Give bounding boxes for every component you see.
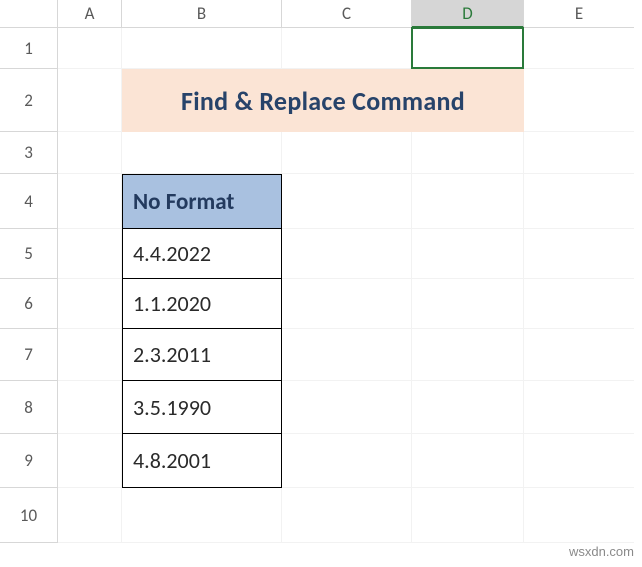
cell-E10[interactable] xyxy=(524,488,634,543)
row-header-6[interactable]: 6 xyxy=(0,279,58,329)
cell-A7[interactable] xyxy=(58,329,122,381)
cell-D4[interactable] xyxy=(412,174,524,229)
cell-A10[interactable] xyxy=(58,488,122,543)
table-row[interactable]: 1.1.2020 xyxy=(122,279,282,329)
cell-C10[interactable] xyxy=(282,488,412,543)
cell-E7[interactable] xyxy=(524,329,634,381)
cell-A6[interactable] xyxy=(58,279,122,329)
cell-D9[interactable] xyxy=(412,434,524,488)
cell-C7[interactable] xyxy=(282,329,412,381)
cell-C8[interactable] xyxy=(282,381,412,434)
cell-D6[interactable] xyxy=(412,279,524,329)
watermark-text: wsxdn.com xyxy=(569,544,634,559)
cell-D3[interactable] xyxy=(412,132,524,174)
cell-E6[interactable] xyxy=(524,279,634,329)
table-row[interactable]: 4.8.2001 xyxy=(122,434,282,488)
cell-E2[interactable] xyxy=(524,69,634,132)
table-row[interactable]: 2.3.2011 xyxy=(122,329,282,381)
column-header-E[interactable]: E xyxy=(524,0,634,28)
cell-A4[interactable] xyxy=(58,174,122,229)
column-header-A[interactable]: A xyxy=(58,0,122,28)
column-header-C[interactable]: C xyxy=(282,0,412,28)
row-header-3[interactable]: 3 xyxy=(0,132,58,174)
table-header-cell[interactable]: No Format xyxy=(122,174,282,229)
cell-E5[interactable] xyxy=(524,229,634,279)
cell-B10[interactable] xyxy=(122,488,282,543)
row-header-10[interactable]: 10 xyxy=(0,488,58,543)
cell-A5[interactable] xyxy=(58,229,122,279)
cell-D1[interactable] xyxy=(412,28,524,69)
cell-B1[interactable] xyxy=(122,28,282,69)
cell-E9[interactable] xyxy=(524,434,634,488)
row-header-2[interactable]: 2 xyxy=(0,69,58,132)
column-header-D[interactable]: D xyxy=(412,0,524,28)
cell-D8[interactable] xyxy=(412,381,524,434)
row-header-9[interactable]: 9 xyxy=(0,434,58,488)
cell-C4[interactable] xyxy=(282,174,412,229)
cell-E3[interactable] xyxy=(524,132,634,174)
row-header-7[interactable]: 7 xyxy=(0,329,58,381)
active-cell-ring xyxy=(411,27,524,69)
row-header-5[interactable]: 5 xyxy=(0,229,58,279)
cell-E4[interactable] xyxy=(524,174,634,229)
spreadsheet-grid[interactable]: A B C D E 1 2 Find & Replace Command 3 4… xyxy=(0,0,642,543)
table-row[interactable]: 3.5.1990 xyxy=(122,381,282,434)
cell-D5[interactable] xyxy=(412,229,524,279)
page-title[interactable]: Find & Replace Command xyxy=(122,69,524,132)
row-header-8[interactable]: 8 xyxy=(0,381,58,434)
cell-D7[interactable] xyxy=(412,329,524,381)
cell-C1[interactable] xyxy=(282,28,412,69)
cell-C9[interactable] xyxy=(282,434,412,488)
row-header-4[interactable]: 4 xyxy=(0,174,58,229)
cell-C6[interactable] xyxy=(282,279,412,329)
cell-E8[interactable] xyxy=(524,381,634,434)
cell-A1[interactable] xyxy=(58,28,122,69)
select-all-corner[interactable] xyxy=(0,0,58,28)
row-header-1[interactable]: 1 xyxy=(0,28,58,69)
cell-A9[interactable] xyxy=(58,434,122,488)
column-header-B[interactable]: B xyxy=(122,0,282,28)
cell-A3[interactable] xyxy=(58,132,122,174)
cell-B3[interactable] xyxy=(122,132,282,174)
cell-C5[interactable] xyxy=(282,229,412,279)
table-row[interactable]: 4.4.2022 xyxy=(122,229,282,279)
cell-C3[interactable] xyxy=(282,132,412,174)
cell-D10[interactable] xyxy=(412,488,524,543)
cell-A2[interactable] xyxy=(58,69,122,132)
cell-A8[interactable] xyxy=(58,381,122,434)
cell-E1[interactable] xyxy=(524,28,634,69)
